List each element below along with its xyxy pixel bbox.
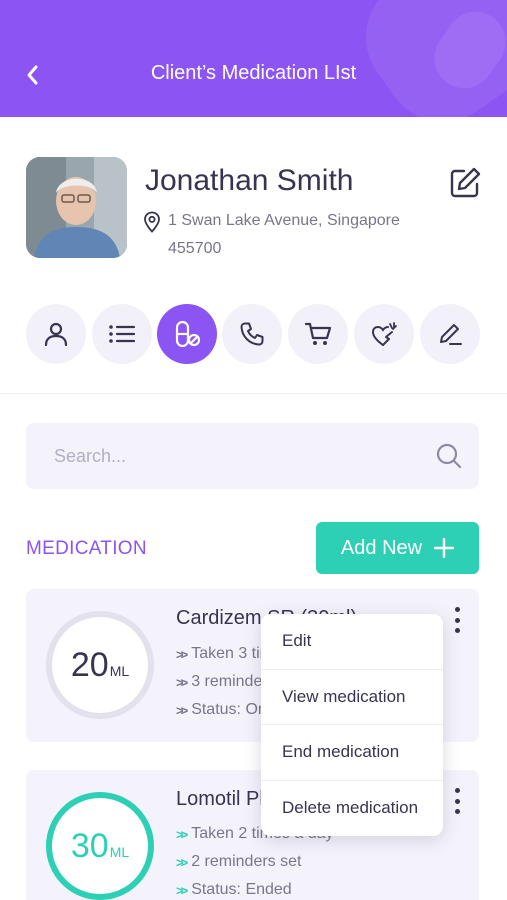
double-chevron-icon: >> (176, 854, 188, 870)
more-options-icon[interactable] (449, 788, 465, 814)
menu-item-edit[interactable]: Edit (261, 614, 443, 670)
client-action-row (26, 304, 481, 364)
list-tab-button[interactable] (92, 304, 152, 364)
plus-icon (434, 538, 455, 558)
dose-value: 20 (70, 645, 109, 684)
client-address: 1 Swan Lake Avenue, Singapore (168, 212, 400, 229)
edit-client-button[interactable] (448, 166, 482, 200)
notes-tab-button[interactable] (420, 304, 480, 364)
double-chevron-icon: >> (176, 674, 188, 690)
double-chevron-icon: >> (176, 826, 188, 842)
medication-context-menu: Edit View medication End medication Dele… (261, 614, 443, 836)
profile-tab-button[interactable] (26, 304, 86, 364)
medication-tab-button[interactable] (157, 304, 217, 364)
add-new-button[interactable]: Add New (316, 522, 479, 574)
page-title: Client’s Medication LIst (150, 62, 357, 84)
phone-icon (240, 322, 264, 346)
dose-value: 30 (70, 826, 109, 865)
section-divider (0, 393, 507, 394)
menu-item-end-medication[interactable]: End medication (261, 725, 443, 781)
map-pin-icon (144, 211, 160, 233)
medication-status: >> Status: Ended (176, 881, 292, 898)
list-icon (109, 325, 136, 343)
search-placeholder: Search... (54, 446, 127, 466)
heart-hand-icon (371, 322, 397, 346)
edit-icon (450, 167, 481, 198)
dose-unit: ML (109, 843, 130, 860)
menu-item-delete-medication[interactable]: Delete medication (261, 781, 443, 837)
app-header: Client’s Medication LIst (0, 0, 507, 117)
cart-tab-button[interactable] (288, 304, 348, 364)
avatar-photo (26, 157, 127, 258)
pen-icon (440, 324, 462, 345)
more-options-icon[interactable] (449, 607, 465, 633)
dose-ring: 20 ML (46, 611, 154, 719)
dose-unit: ML (109, 662, 130, 679)
search-icon[interactable] (435, 442, 463, 470)
double-chevron-icon: >> (176, 646, 188, 662)
care-tab-button[interactable] (354, 304, 414, 364)
user-icon (44, 322, 68, 347)
call-tab-button[interactable] (222, 304, 282, 364)
pill-icon (175, 320, 201, 348)
menu-item-view-medication[interactable]: View medication (261, 670, 443, 725)
double-chevron-icon: >> (176, 702, 188, 718)
double-chevron-icon: >> (176, 882, 188, 898)
add-new-label: Add New (340, 536, 423, 559)
search-input[interactable]: Search... (26, 423, 479, 489)
client-postal-code: 455700 (168, 240, 222, 257)
cart-icon (304, 322, 332, 345)
dose-ring: 30 ML (46, 792, 154, 900)
medication-section-title: MEDICATION (26, 538, 147, 559)
client-avatar (26, 157, 127, 258)
client-name: Jonathan Smith (145, 164, 354, 197)
medication-reminders: >> 2 reminders set (176, 853, 302, 870)
